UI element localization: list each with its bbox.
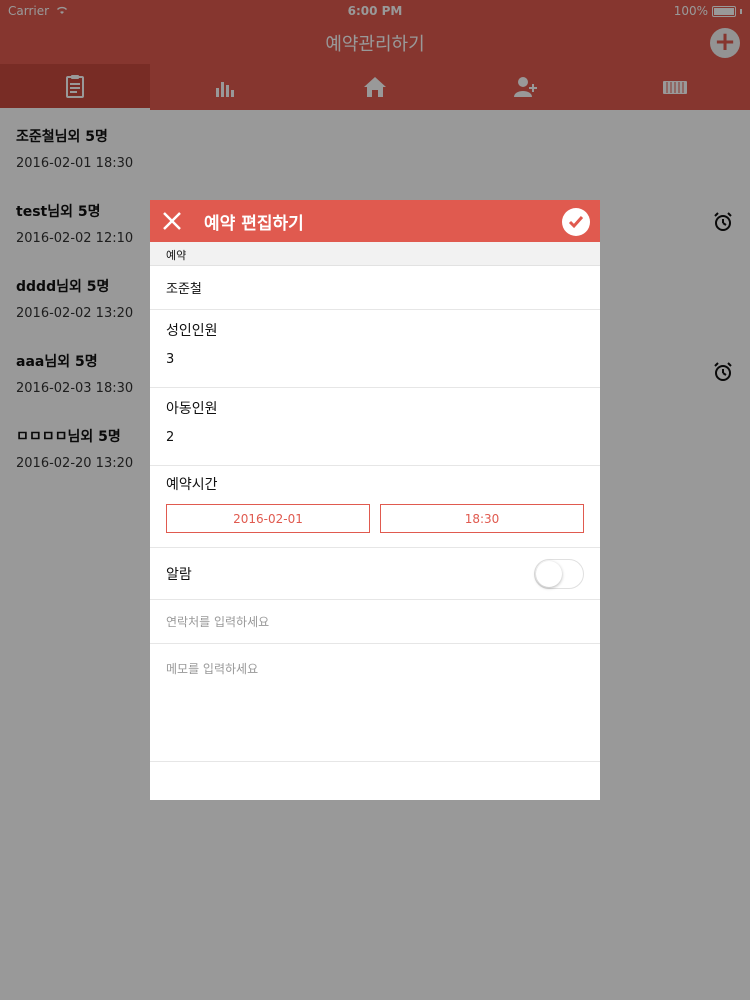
name-row[interactable]: 조준철: [150, 266, 600, 310]
children-label: 아동인원: [166, 401, 218, 417]
alarm-row: 알람: [150, 548, 600, 600]
children-row[interactable]: 아동인원 2: [150, 398, 600, 466]
children-value: 2: [166, 430, 175, 445]
adults-label: 성인인원: [166, 323, 218, 339]
modal-title: 예약 편집하기: [204, 213, 304, 234]
reservation-time-label: 예약시간: [166, 477, 218, 493]
close-button[interactable]: [152, 200, 192, 242]
checkmark-icon: [568, 216, 584, 229]
adults-row[interactable]: 성인인원 3: [150, 320, 600, 388]
confirm-button[interactable]: [562, 208, 590, 236]
memo-input[interactable]: [166, 660, 584, 750]
contact-input[interactable]: [166, 614, 584, 629]
contact-row: [150, 600, 600, 644]
date-button[interactable]: 2016-02-01: [166, 504, 370, 533]
customer-name: 조준철: [166, 282, 202, 297]
time-button[interactable]: 18:30: [380, 504, 584, 533]
modal-header: 예약 편집하기: [150, 200, 600, 242]
edit-reservation-modal: 예약 편집하기 예약 조준철 성인인원 3 아동인원 2 예약시간 2016-0…: [150, 200, 600, 800]
section-header: 예약: [150, 242, 600, 266]
reservation-time-row: 예약시간 2016-02-01 18:30: [150, 474, 600, 548]
toggle-knob: [536, 560, 562, 587]
time-buttons: 2016-02-01 18:30: [166, 504, 584, 533]
memo-row: [150, 644, 600, 762]
alarm-toggle[interactable]: [534, 558, 584, 589]
adults-value: 3: [166, 352, 175, 367]
alarm-label: 알람: [166, 566, 192, 583]
close-icon: [163, 212, 181, 230]
